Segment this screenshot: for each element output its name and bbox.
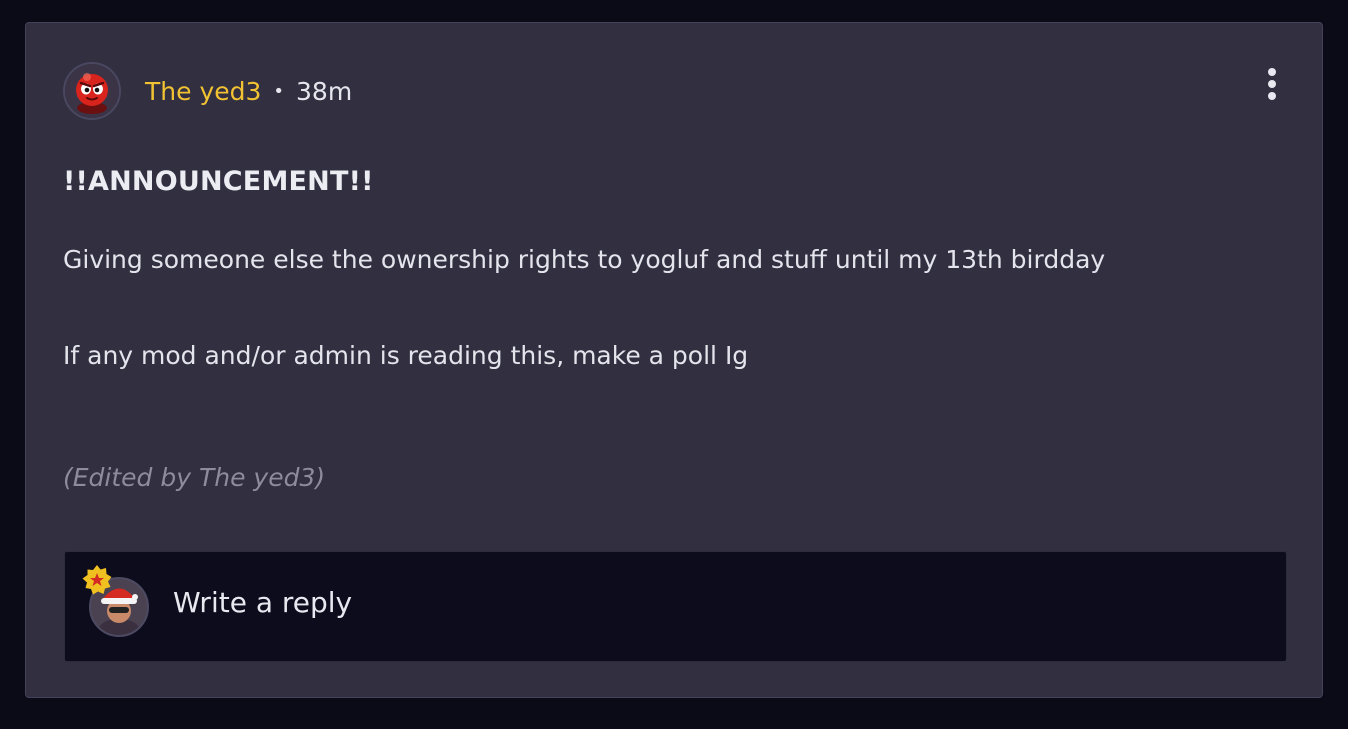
post-paragraph-2: If any mod and/or admin is reading this,… [63,341,749,370]
post-card: The yed3 • 38m !!ANNOUNCEMENT!! Giving s… [25,22,1323,698]
meta-separator: • [273,80,285,102]
post-timestamp[interactable]: 38m [296,77,352,106]
red-blob-avatar-icon [65,64,119,118]
author-avatar[interactable] [63,62,121,120]
reply-input[interactable]: Write a reply [173,586,352,619]
more-vertical-icon [1268,68,1276,76]
more-options-button[interactable] [1266,68,1278,102]
edited-note: (Edited by The yed3) [63,463,326,492]
post-paragraph-1: Giving someone else the ownership rights… [63,245,1106,274]
star-badge-icon [82,565,112,595]
post-title: !!ANNOUNCEMENT!! [63,166,374,197]
reply-box[interactable]: Write a reply [64,551,1287,662]
post-header: The yed3 • 38m [63,61,352,121]
author-name[interactable]: The yed3 [145,77,261,106]
